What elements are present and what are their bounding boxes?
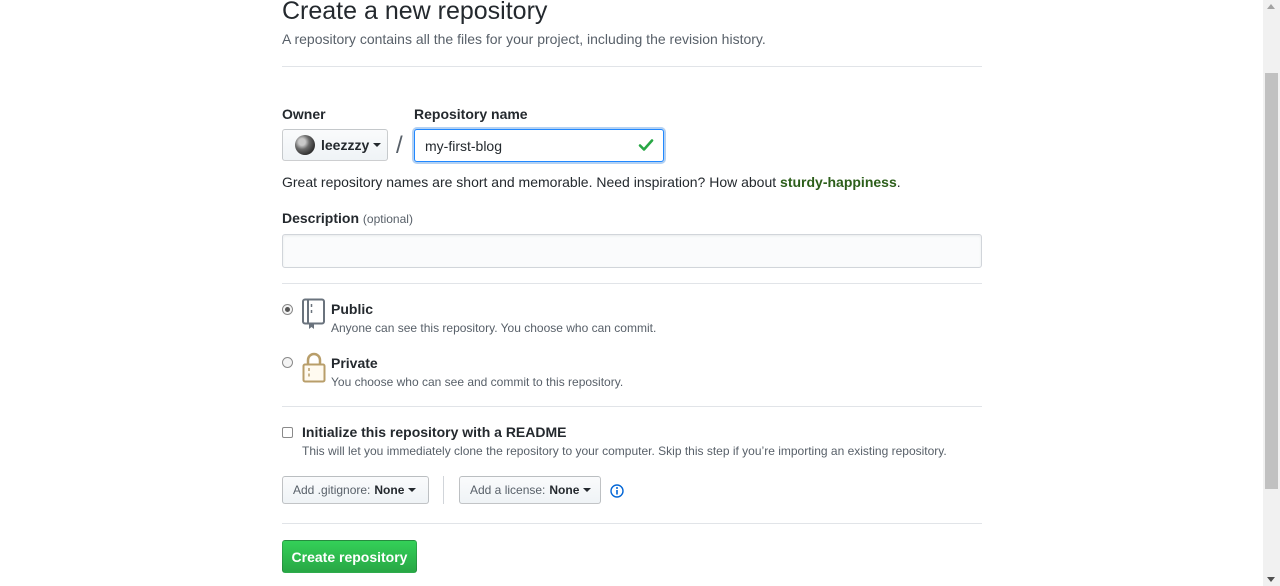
readme-note: This will let you immediately clone the … xyxy=(302,444,947,458)
caret-down-icon xyxy=(408,488,417,492)
owner-value: leezzzy xyxy=(321,137,370,153)
private-note: You choose who can see and commit to thi… xyxy=(331,375,624,389)
owner-repo-separator: / xyxy=(396,132,403,159)
readme-title: Initialize this repository with a README xyxy=(302,424,567,440)
suggestion-link[interactable]: sturdy-happiness xyxy=(780,174,897,190)
divider xyxy=(282,523,982,524)
lock-icon xyxy=(302,352,326,383)
public-note: Anyone can see this repository. You choo… xyxy=(331,321,657,335)
owner-dropdown[interactable]: leezzzy xyxy=(282,129,388,161)
optional-note: (optional) xyxy=(362,212,413,226)
info-icon[interactable] xyxy=(610,484,624,498)
repo-name-input[interactable] xyxy=(414,129,664,162)
create-repository-button[interactable]: Create repository xyxy=(282,540,417,573)
hint-end: . xyxy=(896,174,901,190)
divider xyxy=(282,66,982,67)
public-radio[interactable] xyxy=(282,304,293,315)
readme-checkbox[interactable] xyxy=(282,427,293,438)
public-title: Public xyxy=(331,301,374,317)
caret-down-icon xyxy=(373,143,382,147)
page-scrollbar[interactable] xyxy=(1263,0,1280,586)
license-label: Add a license: xyxy=(470,483,546,497)
gitignore-value: None xyxy=(374,483,405,497)
page-title: Create a new repository xyxy=(282,0,548,25)
description-input[interactable] xyxy=(282,234,982,268)
repo-name-label: Repository name xyxy=(414,106,528,122)
avatar xyxy=(295,135,315,155)
repo-book-icon xyxy=(302,298,325,329)
private-title: Private xyxy=(331,355,378,371)
description-label: Description (optional) xyxy=(282,210,413,226)
dropdown-separator xyxy=(443,476,444,504)
gitignore-dropdown[interactable]: Add .gitignore: None xyxy=(282,476,429,504)
check-icon xyxy=(638,139,654,151)
private-radio[interactable] xyxy=(282,357,293,368)
hint-text: Great repository names are short and mem… xyxy=(282,174,781,190)
scroll-thumb[interactable] xyxy=(1265,73,1278,489)
license-value: None xyxy=(549,483,580,497)
owner-label: Owner xyxy=(282,106,326,122)
page-subtitle: A repository contains all the files for … xyxy=(282,31,766,47)
scroll-up-arrow-icon[interactable] xyxy=(1267,4,1275,9)
repo-name-hint: Great repository names are short and mem… xyxy=(282,174,901,190)
divider xyxy=(282,283,982,284)
license-dropdown[interactable]: Add a license: None xyxy=(459,476,601,504)
caret-down-icon xyxy=(583,488,592,492)
scroll-down-arrow-icon[interactable] xyxy=(1267,577,1275,582)
gitignore-label: Add .gitignore: xyxy=(293,483,371,497)
divider xyxy=(282,406,982,407)
description-label-text: Description xyxy=(282,210,360,226)
